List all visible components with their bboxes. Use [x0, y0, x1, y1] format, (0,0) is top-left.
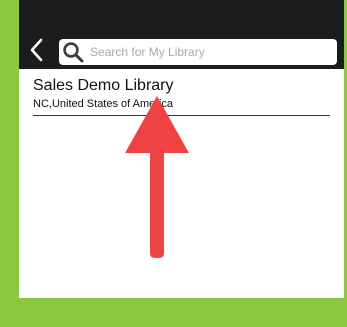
back-button[interactable] — [27, 37, 51, 63]
search-toolbar — [19, 35, 344, 69]
search-input[interactable] — [90, 42, 330, 62]
list-item[interactable]: Sales Demo Library NC,United States of A… — [33, 76, 330, 116]
search-icon — [62, 41, 84, 63]
library-name: Sales Demo Library — [33, 77, 174, 94]
app-screen: Sales Demo Library NC,United States of A… — [19, 0, 344, 298]
chevron-left-icon — [30, 38, 43, 62]
library-location: NC,United States of America — [33, 98, 174, 110]
results-list: Sales Demo Library NC,United States of A… — [19, 69, 344, 298]
search-box[interactable] — [59, 39, 337, 65]
arrow-up-icon — [125, 96, 189, 327]
status-bar — [19, 0, 344, 35]
